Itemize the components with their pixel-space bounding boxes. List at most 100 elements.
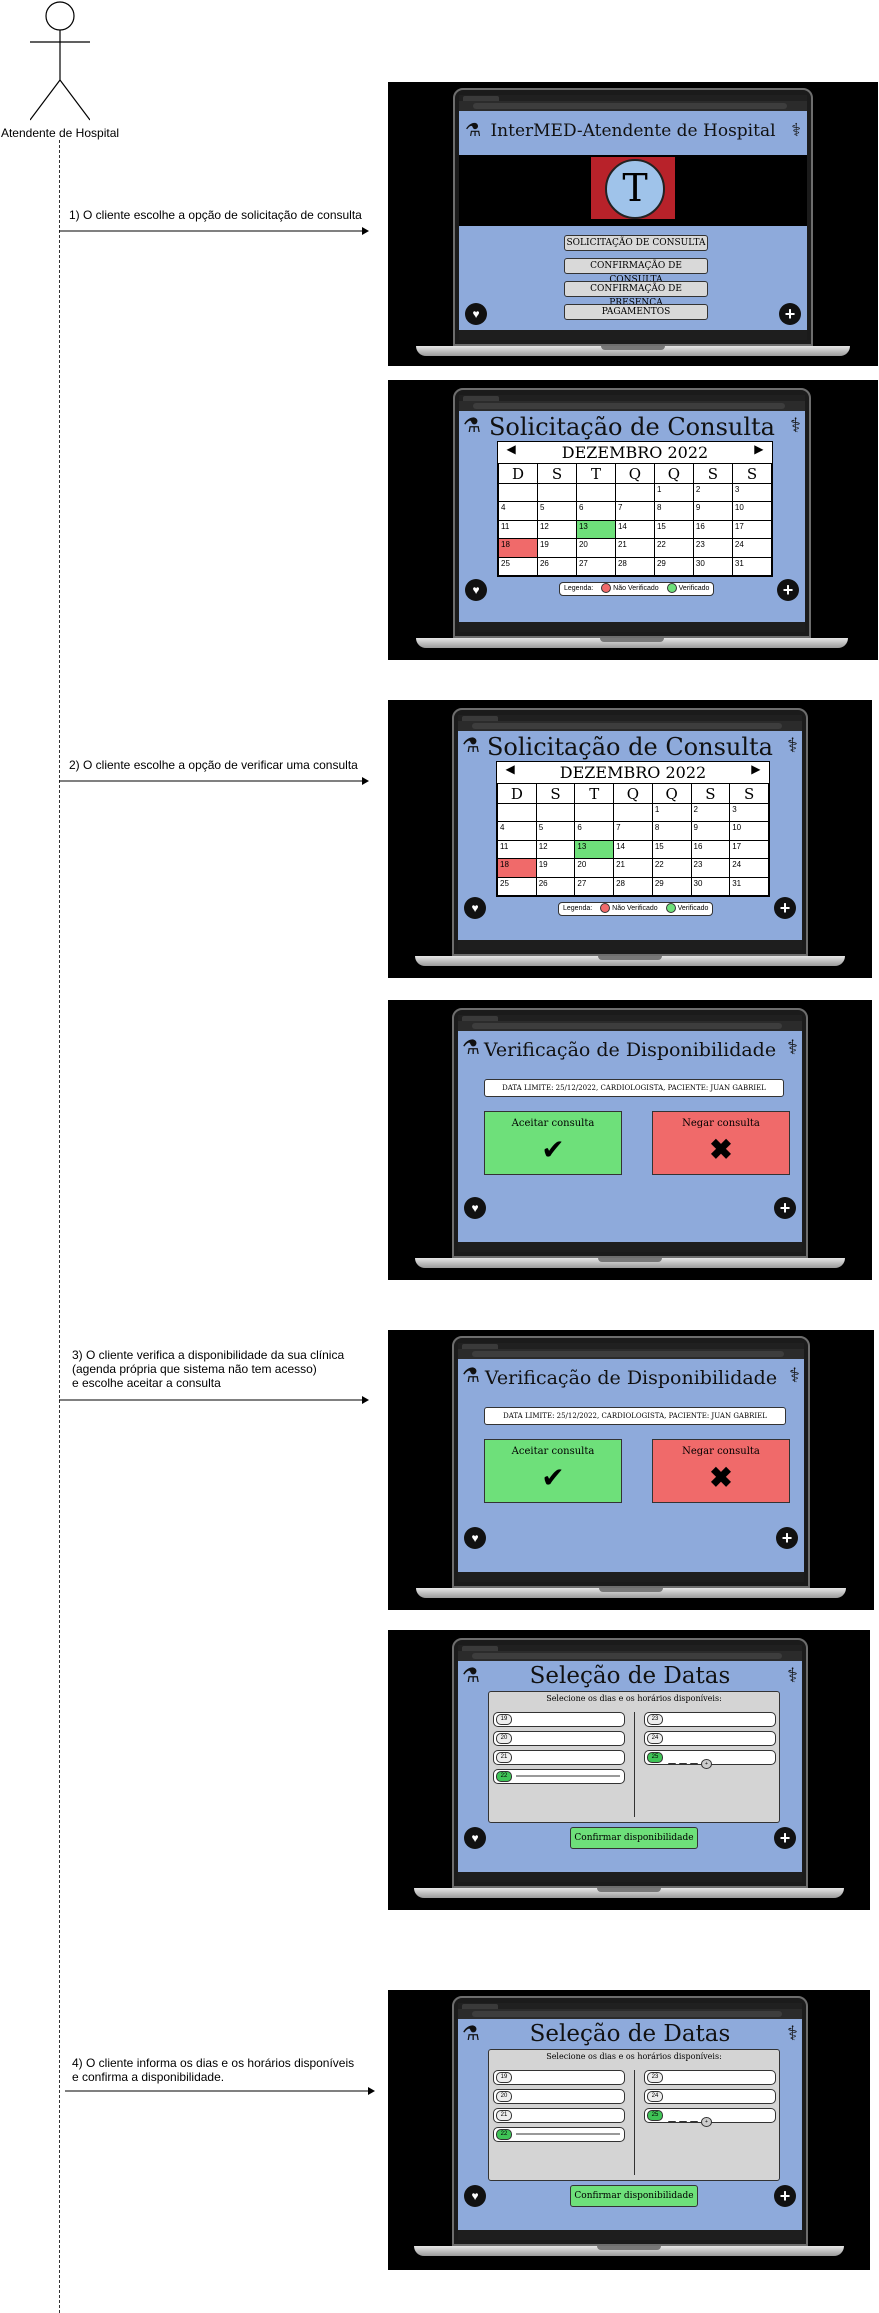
calendar-day[interactable]: 2 <box>690 802 731 823</box>
day-option[interactable]: 21 <box>493 1750 625 1765</box>
accept-button[interactable]: Aceitar consulta ✔ <box>484 1111 622 1175</box>
calendar-day[interactable]: 27 <box>574 876 615 897</box>
plus-icon[interactable]: + <box>774 1827 796 1849</box>
calendar-day[interactable]: 12 <box>535 839 576 860</box>
calendar-day[interactable]: 24 <box>729 858 769 878</box>
calendar-day[interactable]: 3 <box>729 802 769 823</box>
calendar-day[interactable]: 10 <box>731 501 773 521</box>
day-option-selected[interactable]: 25 + <box>644 2108 776 2127</box>
accept-button[interactable]: Aceitar consulta ✔ <box>484 1439 622 1503</box>
day-option[interactable]: 19 <box>493 1712 625 1727</box>
plus-icon[interactable]: + <box>774 2185 796 2207</box>
calendar-day[interactable]: 5 <box>535 821 576 841</box>
plus-icon[interactable]: + <box>776 1527 798 1549</box>
calendar-day[interactable]: 25 <box>497 876 537 897</box>
prev-month-icon[interactable]: ◀ <box>507 442 516 456</box>
calendar-day[interactable]: 6 <box>574 821 615 841</box>
calendar-day[interactable]: 2 <box>692 482 733 503</box>
time-chips[interactable]: + <box>665 2110 712 2128</box>
day-option[interactable]: 24 <box>644 1731 776 1746</box>
day-option[interactable]: 20 <box>493 2089 625 2104</box>
calendar-day[interactable]: 27 <box>575 556 616 577</box>
calendar-day[interactable] <box>575 482 616 503</box>
calendar-day[interactable] <box>535 802 576 823</box>
calendar-day[interactable]: 14 <box>614 519 655 540</box>
menu-confirmacao-presenca-button[interactable]: CONFIRMAÇÃO DE PRESENÇA <box>564 281 708 308</box>
calendar-day-unverified[interactable]: 18 <box>497 858 537 878</box>
calendar-day[interactable]: 23 <box>690 858 731 878</box>
calendar-day[interactable]: 29 <box>651 876 692 897</box>
calendar-day[interactable]: 6 <box>575 501 616 521</box>
day-option[interactable]: 24 <box>644 2089 776 2104</box>
menu-confirmacao-consulta-button[interactable]: CONFIRMAÇÃO DE CONSULTA <box>564 258 708 285</box>
calendar-day[interactable]: 21 <box>614 538 655 558</box>
calendar-day[interactable]: 10 <box>729 821 769 841</box>
calendar-day[interactable]: 26 <box>535 876 576 897</box>
calendar-day[interactable]: 28 <box>614 556 655 577</box>
calendar-day[interactable] <box>498 482 538 503</box>
calendar-day[interactable]: 8 <box>653 501 694 521</box>
calendar-day[interactable] <box>613 802 653 823</box>
calendar-day-verified[interactable]: 13 <box>575 519 616 540</box>
next-month-icon[interactable]: ▶ <box>754 442 763 456</box>
calendar-day[interactable]: 5 <box>536 501 577 521</box>
day-option[interactable]: 21 <box>493 2108 625 2123</box>
calendar-day[interactable]: 11 <box>497 839 537 860</box>
calendar-day[interactable]: 19 <box>535 858 576 878</box>
calendar-day[interactable]: 20 <box>574 858 615 878</box>
plus-icon[interactable]: + <box>777 579 799 601</box>
calendar-day[interactable]: 4 <box>498 501 538 521</box>
calendar-day[interactable]: 9 <box>690 821 731 841</box>
prev-month-icon[interactable]: ◀ <box>506 762 515 776</box>
day-option[interactable]: 23 <box>644 2070 776 2085</box>
calendar-day[interactable]: 11 <box>498 519 538 540</box>
calendar-day[interactable] <box>497 802 537 823</box>
menu-pagamentos-button[interactable]: PAGAMENTOS <box>564 304 708 320</box>
calendar-day[interactable]: 3 <box>731 482 773 503</box>
calendar-day[interactable]: 19 <box>536 538 577 558</box>
calendar-day[interactable]: 25 <box>498 556 538 577</box>
plus-icon[interactable]: + <box>774 897 796 919</box>
deny-button[interactable]: Negar consulta ✖ <box>652 1439 790 1503</box>
calendar-day[interactable]: 16 <box>692 519 733 540</box>
calendar-day[interactable]: 21 <box>613 858 653 878</box>
calendar-day[interactable]: 7 <box>614 501 655 521</box>
calendar-day-unverified[interactable]: 18 <box>498 538 538 558</box>
calendar-day[interactable]: 20 <box>575 538 616 558</box>
calendar-day[interactable]: 4 <box>497 821 537 841</box>
time-chips[interactable]: + <box>665 1752 712 1770</box>
day-option-selected[interactable]: 22 <box>493 2127 625 2142</box>
calendar-day[interactable]: 15 <box>653 519 694 540</box>
plus-icon[interactable]: + <box>779 303 801 325</box>
next-month-icon[interactable]: ▶ <box>751 762 760 776</box>
confirm-availability-button[interactable]: Confirmar disponibilidade <box>570 1827 698 1849</box>
day-option-selected[interactable]: 22 <box>493 1769 625 1784</box>
calendar-day[interactable] <box>536 482 577 503</box>
calendar-day[interactable]: 22 <box>651 858 692 878</box>
menu-solicitacao-button[interactable]: SOLICITAÇÃO DE CONSULTA <box>564 235 708 251</box>
calendar-day[interactable]: 1 <box>653 482 694 503</box>
day-option[interactable]: 23 <box>644 1712 776 1727</box>
confirm-availability-button[interactable]: Confirmar disponibilidade <box>570 2185 698 2207</box>
calendar-day[interactable]: 12 <box>536 519 577 540</box>
day-option-selected[interactable]: 25 + <box>644 1750 776 1769</box>
calendar-day[interactable]: 24 <box>731 538 773 558</box>
calendar-day[interactable]: 31 <box>731 556 773 577</box>
calendar-day[interactable]: 14 <box>613 839 653 860</box>
calendar-day[interactable] <box>574 802 615 823</box>
plus-icon[interactable]: + <box>774 1197 796 1219</box>
calendar-day[interactable]: 31 <box>729 876 769 897</box>
calendar-day[interactable]: 1 <box>651 802 692 823</box>
calendar-day[interactable]: 15 <box>651 839 692 860</box>
calendar-day[interactable]: 29 <box>653 556 694 577</box>
calendar-day[interactable] <box>614 482 655 503</box>
deny-button[interactable]: Negar consulta ✖ <box>652 1111 790 1175</box>
calendar-day[interactable]: 8 <box>651 821 692 841</box>
calendar-day[interactable]: 22 <box>653 538 694 558</box>
calendar-day[interactable]: 17 <box>731 519 773 540</box>
calendar-day[interactable]: 30 <box>690 876 731 897</box>
day-option[interactable]: 19 <box>493 2070 625 2085</box>
calendar-day[interactable]: 17 <box>729 839 769 860</box>
calendar-day-verified[interactable]: 13 <box>574 839 615 860</box>
calendar-day[interactable]: 9 <box>692 501 733 521</box>
